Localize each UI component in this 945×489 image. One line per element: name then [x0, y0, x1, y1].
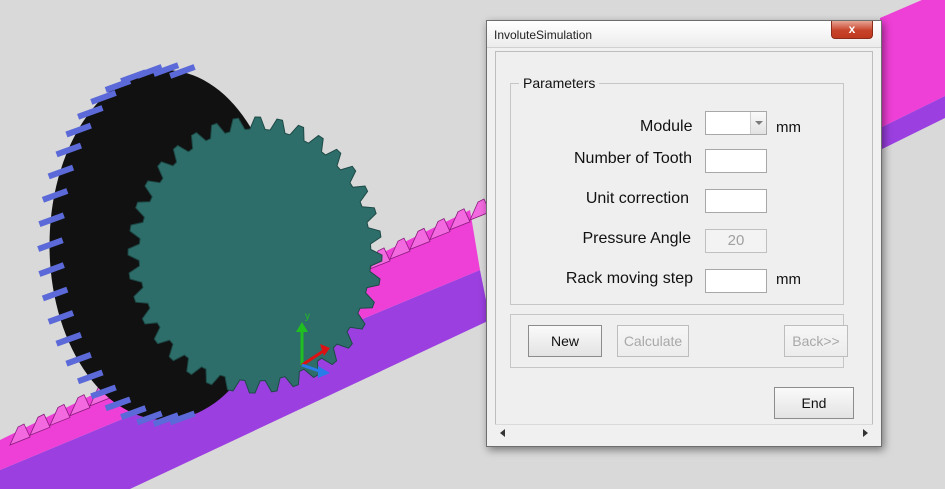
- rack-step-label: Rack moving step: [565, 270, 693, 287]
- tooth-count-label: Number of Tooth: [574, 150, 692, 167]
- end-button[interactable]: End: [774, 387, 854, 419]
- unit-correction-label: Unit correction: [585, 190, 689, 207]
- scroll-right-icon[interactable]: [863, 429, 868, 437]
- involute-simulation-dialog: InvoluteSimulation x Parameters Module m…: [486, 20, 882, 447]
- calculate-button[interactable]: Calculate: [617, 325, 689, 357]
- rack-step-input[interactable]: [705, 269, 767, 293]
- unit-correction-input[interactable]: [705, 189, 767, 213]
- pressure-angle-input[interactable]: 20: [705, 229, 767, 253]
- module-unit: mm: [776, 119, 801, 136]
- chevron-down-icon[interactable]: [750, 112, 766, 134]
- rack-step-unit: mm: [776, 271, 801, 288]
- parameters-group-label: Parameters: [523, 75, 596, 91]
- axis-y-label: y: [305, 311, 310, 322]
- back-button[interactable]: Back>>: [784, 325, 848, 357]
- close-button[interactable]: x: [831, 21, 873, 39]
- scroll-left-icon[interactable]: [500, 429, 505, 437]
- module-combo[interactable]: [705, 111, 767, 135]
- horizontal-scrollbar[interactable]: [495, 424, 873, 442]
- tooth-count-input[interactable]: [705, 149, 767, 173]
- title-bar[interactable]: InvoluteSimulation x: [487, 21, 881, 48]
- module-label: Module: [640, 118, 693, 135]
- new-button[interactable]: New: [528, 325, 602, 357]
- window-title: InvoluteSimulation: [494, 28, 593, 42]
- pressure-angle-label: Pressure Angle: [582, 230, 691, 247]
